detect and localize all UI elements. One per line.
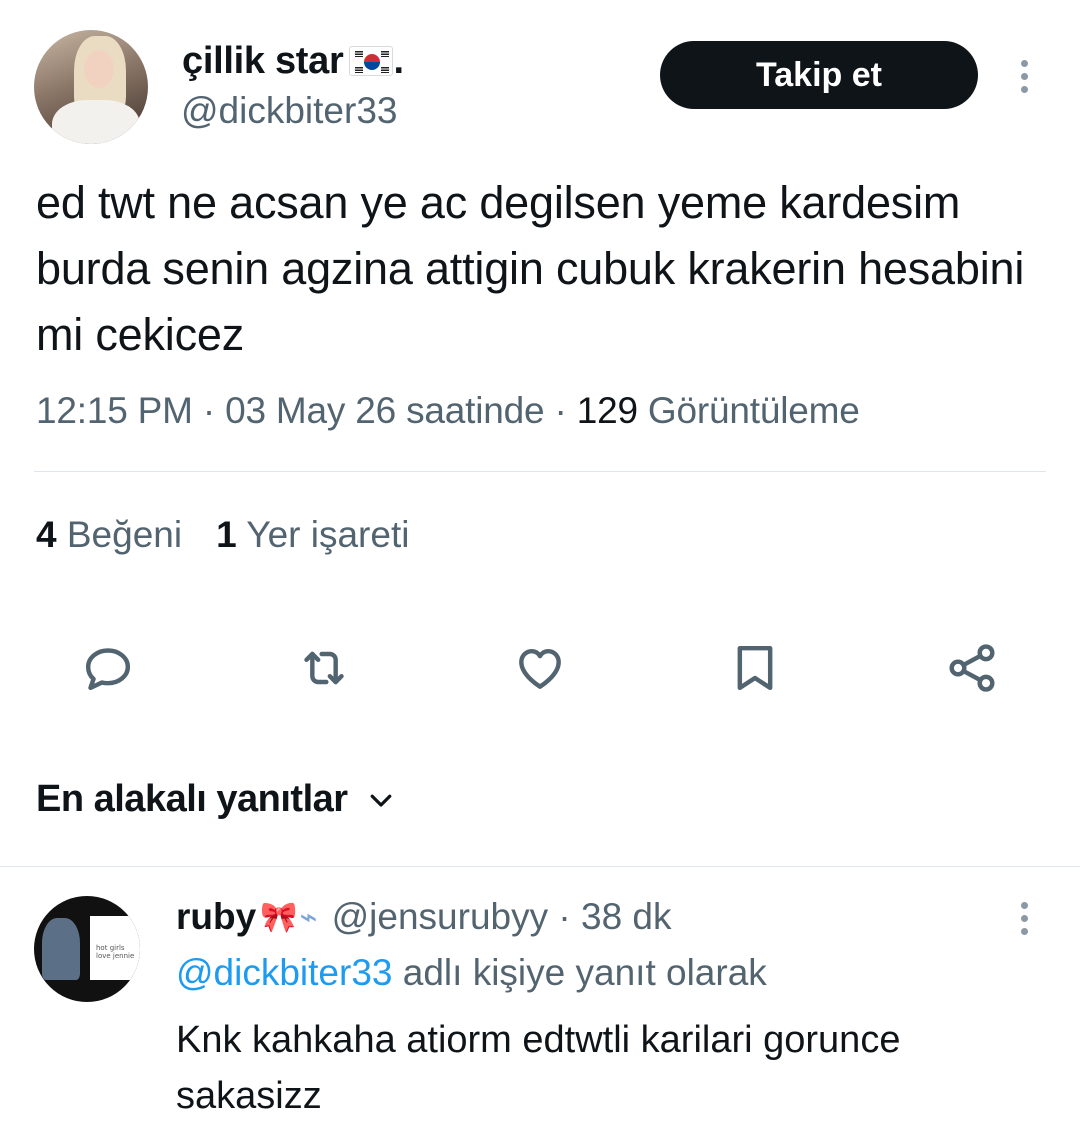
reply-more-options-icon[interactable] <box>1018 902 1030 935</box>
likes-stat[interactable]: 4 Beğeni <box>36 514 182 555</box>
views-label: Görüntüleme <box>647 390 860 431</box>
reply-author-avatar[interactable]: hot girls love jennie <box>34 896 140 1002</box>
chevron-down-icon <box>370 794 391 807</box>
follow-button[interactable]: Takip et <box>660 41 978 109</box>
author-avatar[interactable] <box>34 30 148 144</box>
reply-text: Knk kahkaha atiorm edtwtli karilari goru… <box>176 1019 901 1117</box>
share-icon[interactable] <box>944 640 1000 696</box>
divider <box>0 866 1080 867</box>
likes-count: 4 <box>36 514 57 555</box>
reply-author-name[interactable]: ruby <box>176 896 256 938</box>
views-count: 129 <box>576 390 638 431</box>
tweet-text: ed twt ne acsan ye ac degilsen yeme kard… <box>36 177 1025 360</box>
wing-icon: ⌁ <box>299 900 318 934</box>
bookmarks-label: Yer işareti <box>246 514 410 555</box>
tweet-meta: 12:15 PM · 03 May 26 saatinde · 129 Görü… <box>36 390 860 431</box>
like-icon[interactable] <box>512 640 568 696</box>
reply-time[interactable]: 38 dk <box>581 896 672 938</box>
more-options-icon[interactable] <box>1018 60 1030 93</box>
reply-header: ruby 🎀 ⌁ @jensurubyy · 38 dk <box>176 896 672 938</box>
reply-to-context: @dickbiter33 adlı kişiye yanıt olarak <box>176 952 767 994</box>
author-display-name[interactable]: çillik star. <box>182 40 404 83</box>
tweet-time[interactable]: 12:15 PM <box>36 390 193 431</box>
south-korea-flag-icon <box>349 46 394 76</box>
author-handle[interactable]: @dickbiter33 <box>181 90 398 132</box>
author-name-text: çillik star <box>182 40 344 82</box>
reply-icon[interactable] <box>80 640 136 696</box>
bow-icon: 🎀 <box>260 900 298 934</box>
retweet-icon[interactable] <box>296 640 352 696</box>
reply-author-handle[interactable]: @jensurubyy <box>332 896 549 938</box>
reply-to-suffix: adlı kişiye yanıt olarak <box>402 952 767 993</box>
reply-avatar-text: hot girls love jennie <box>96 944 135 960</box>
author-name-suffix: . <box>393 40 404 82</box>
replies-sort-label: En alakalı yanıtlar <box>36 778 348 820</box>
tweet-date[interactable]: 03 May 26 saatinde <box>225 390 545 431</box>
tweet-stats: 4 Beğeni 1 Yer işareti <box>36 514 409 556</box>
likes-label: Beğeni <box>66 514 183 555</box>
bookmarks-count: 1 <box>216 514 237 555</box>
bookmarks-stat[interactable]: 1 Yer işareti <box>216 514 409 555</box>
replies-sort-dropdown[interactable]: En alakalı yanıtlar <box>36 778 396 821</box>
bookmark-icon[interactable] <box>727 640 783 696</box>
divider <box>34 471 1046 472</box>
reply-to-mention[interactable]: @dickbiter33 <box>176 952 393 993</box>
